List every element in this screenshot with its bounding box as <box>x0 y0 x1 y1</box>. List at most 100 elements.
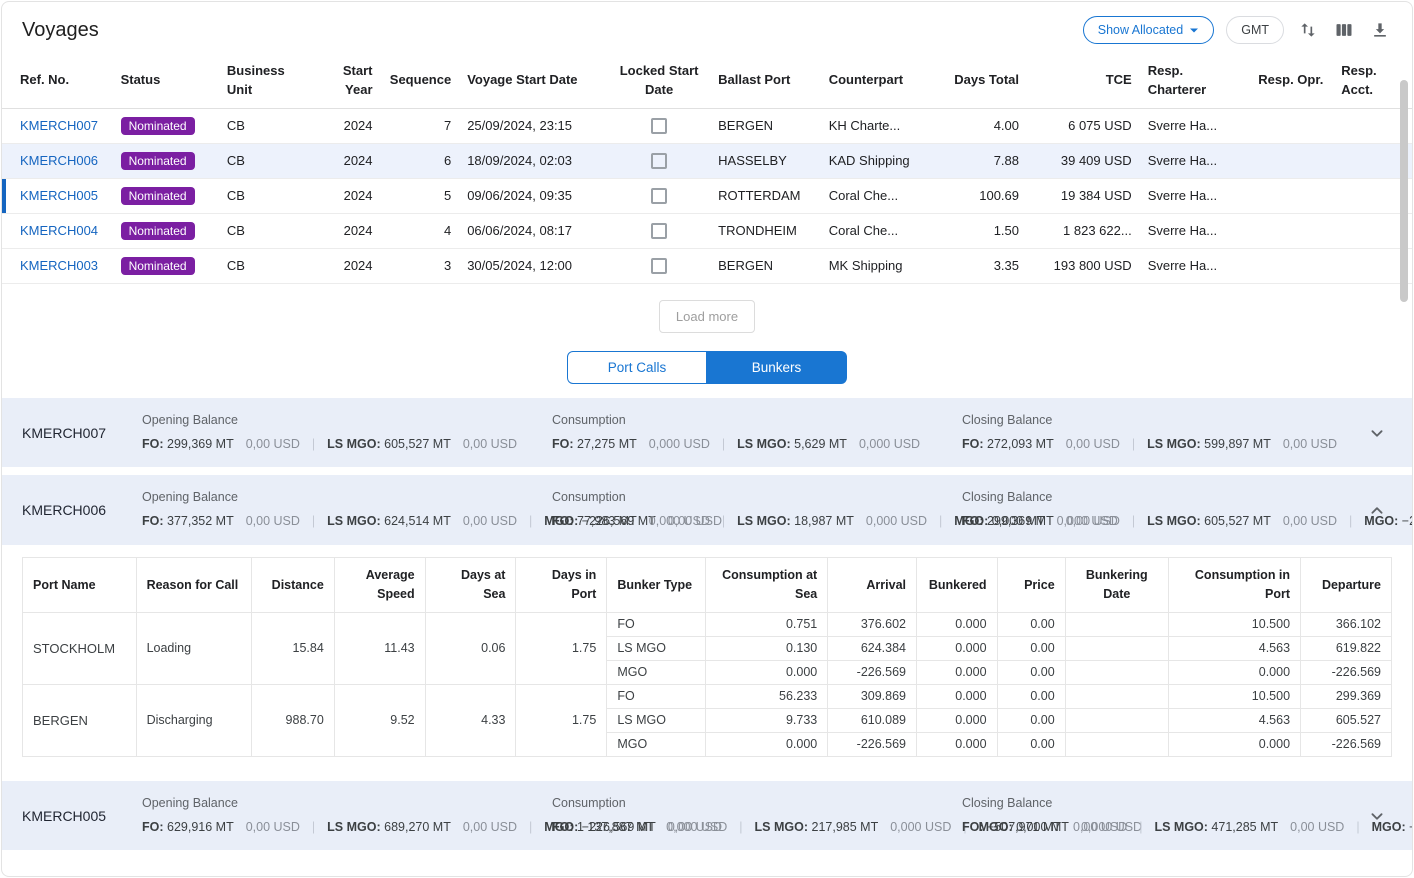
tab-port-calls[interactable]: Port Calls <box>567 351 707 384</box>
start-year-cell: 2024 <box>312 143 380 178</box>
load-more-button[interactable]: Load more <box>659 300 755 333</box>
separator: | <box>722 437 725 451</box>
voyage-ref-link[interactable]: KMERCH007 <box>20 118 98 133</box>
balance-entry: FO: 299,369 MT0,00 USD <box>962 514 1120 528</box>
column-header-locked-start-date[interactable]: Locked Start Date <box>608 54 710 108</box>
column-header-status[interactable]: Status <box>113 54 219 108</box>
download-button[interactable] <box>1368 16 1392 44</box>
counterpart-cell: KAD Shipping <box>821 143 946 178</box>
ballast-port-cell: HASSELBY <box>710 143 821 178</box>
locked-start-date-checkbox[interactable] <box>651 153 667 169</box>
column-header-price: Price <box>997 558 1065 613</box>
column-header-ballast-port[interactable]: Ballast Port <box>710 54 821 108</box>
bunker-panel-header[interactable]: KMERCH007Opening BalanceFO: 299,369 MT0,… <box>2 398 1412 468</box>
header-controls: Show Allocated GMT <box>1083 16 1392 44</box>
load-more-area: Load more <box>2 300 1412 333</box>
column-header-resp-charterer[interactable]: Resp. Charterer <box>1140 54 1251 108</box>
balance-group-title: Consumption <box>552 487 938 509</box>
scrollbar-thumb[interactable] <box>1400 80 1408 302</box>
resp-opr-cell <box>1250 108 1333 143</box>
bunker-type-cell: MGO <box>607 660 706 684</box>
detail-tabs: Port CallsBunkers <box>2 351 1412 384</box>
days-in-port-cell: 1.75 <box>516 684 607 756</box>
column-header-days-at-sea: Days at Sea <box>425 558 516 613</box>
column-header-bunkered: Bunkered <box>917 558 998 613</box>
arrival-cell: 376.602 <box>828 612 917 636</box>
locked-start-date-checkbox[interactable] <box>651 258 667 274</box>
bunker-type-cell: FO <box>607 612 706 636</box>
voyage-row[interactable]: KMERCH004NominatedCB2024406/06/2024, 08:… <box>2 213 1412 248</box>
balance-group-title: Closing Balance <box>962 793 1338 815</box>
price-cell: 0.00 <box>997 612 1065 636</box>
status-badge: Nominated <box>121 222 195 240</box>
voyage-ref-link[interactable]: KMERCH006 <box>20 153 98 168</box>
voyage-row[interactable]: KMERCH003NominatedCB2024330/05/2024, 12:… <box>2 248 1412 283</box>
port-name-cell: STOCKHOLM <box>23 612 137 684</box>
voyage-ref-link[interactable]: KMERCH005 <box>20 188 98 203</box>
locked-start-date-checkbox[interactable] <box>651 223 667 239</box>
column-header-bunkering-date: Bunkering Date <box>1065 558 1168 613</box>
voyage-row[interactable]: KMERCH007NominatedCB2024725/09/2024, 23:… <box>2 108 1412 143</box>
column-header-consumption-in-port: Consumption in Port <box>1168 558 1300 613</box>
column-header-sequence[interactable]: Sequence <box>381 54 460 108</box>
column-header-distance: Distance <box>252 558 335 613</box>
bunkering-date-cell <box>1065 732 1168 756</box>
bunker-type-cell: FO <box>607 684 706 708</box>
column-header-resp-opr[interactable]: Resp. Opr. <box>1250 54 1333 108</box>
distance-cell: 15.84 <box>252 612 335 684</box>
arrival-cell: 309.869 <box>828 684 917 708</box>
balance-entry: LS MGO: 471,285 MT0,00 USD <box>1154 820 1344 834</box>
balance-entry: LS MGO: 624,514 MT0,00 USD <box>327 514 517 528</box>
timezone-button[interactable]: GMT <box>1226 16 1284 44</box>
sort-button[interactable] <box>1296 16 1320 44</box>
voyage-ref-link[interactable]: KMERCH004 <box>20 223 98 238</box>
balance-entry: LS MGO: 18,987 MT0,000 USD <box>737 514 927 528</box>
balance-group-title: Consumption <box>552 793 938 815</box>
separator: | <box>939 514 942 528</box>
voyage-start-date-cell: 30/05/2024, 12:00 <box>459 248 608 283</box>
days-total-cell: 1.50 <box>946 213 1027 248</box>
days-at-sea-cell: 0.06 <box>425 612 516 684</box>
chevron-up-icon[interactable] <box>1362 495 1392 525</box>
separator: | <box>1356 820 1359 834</box>
tab-bunkers[interactable]: Bunkers <box>707 351 847 384</box>
balance-entry: FO: 629,916 MT0,00 USD <box>142 820 300 834</box>
sequence-cell: 5 <box>381 178 460 213</box>
column-header-reason-for-call: Reason for Call <box>136 558 252 613</box>
column-header-start-year[interactable]: Start Year <box>312 54 380 108</box>
bunker-panel-ref: KMERCH005 <box>22 808 142 824</box>
ballast-port-cell: BERGEN <box>710 108 821 143</box>
columns-icon <box>1334 20 1354 40</box>
balance-group-title: Closing Balance <box>962 487 1338 509</box>
bunker-panel-header[interactable]: KMERCH005Opening Balance FO: 629,916 MT0,… <box>2 781 1412 851</box>
ballast-port-cell: BERGEN <box>710 248 821 283</box>
voyage-ref-link[interactable]: KMERCH003 <box>20 258 98 273</box>
column-header-days-total[interactable]: Days Total <box>946 54 1027 108</box>
days-total-cell: 3.35 <box>946 248 1027 283</box>
chevron-down-icon[interactable] <box>1362 801 1392 831</box>
column-header-business-unit[interactable]: Business Unit <box>219 54 313 108</box>
start-year-cell: 2024 <box>312 178 380 213</box>
balance-group-title: Opening Balance <box>142 793 528 815</box>
locked-start-date-checkbox[interactable] <box>651 118 667 134</box>
show-allocated-dropdown[interactable]: Show Allocated <box>1083 16 1214 44</box>
locked-start-date-checkbox[interactable] <box>651 188 667 204</box>
voyage-row[interactable]: KMERCH006NominatedCB2024618/09/2024, 02:… <box>2 143 1412 178</box>
consumption-in-port-cell: 4.563 <box>1168 636 1300 660</box>
column-header-tce[interactable]: TCE <box>1027 54 1140 108</box>
chevron-down-icon[interactable] <box>1362 418 1392 448</box>
voyage-row[interactable]: KMERCH005NominatedCB2024509/06/2024, 09:… <box>2 178 1412 213</box>
resp-opr-cell <box>1250 143 1333 178</box>
column-header-counterpart[interactable]: Counterpart <box>821 54 946 108</box>
column-header-ref-no[interactable]: Ref. No. <box>2 54 113 108</box>
page-header: Voyages Show Allocated GMT <box>2 2 1412 54</box>
column-header-voyage-start-date[interactable]: Voyage Start Date <box>459 54 608 108</box>
bunkered-cell: 0.000 <box>917 684 998 708</box>
bunker-type-cell: LS MGO <box>607 636 706 660</box>
balance-entry: LS MGO: 605,527 MT0,00 USD <box>1147 514 1337 528</box>
columns-button[interactable] <box>1332 16 1356 44</box>
days-total-cell: 7.88 <box>946 143 1027 178</box>
voyages-page: Voyages Show Allocated GMT Ref. No.Statu… <box>1 1 1413 877</box>
bunker-panel-header[interactable]: KMERCH006Opening BalanceFO: 377,352 MT0,… <box>2 475 1412 545</box>
start-year-cell: 2024 <box>312 248 380 283</box>
